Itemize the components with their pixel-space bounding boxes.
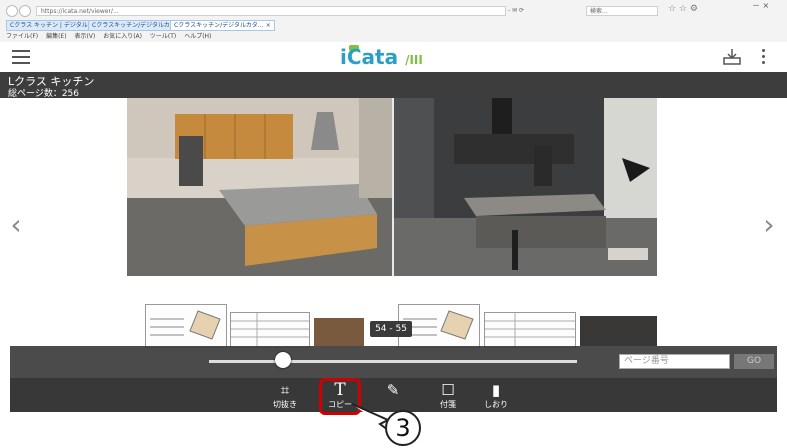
next-page-arrow-icon[interactable]: › [757,205,781,245]
app-logo: iCata /III [340,45,423,69]
crop-icon: ⌗ [280,381,290,399]
kitchen-photo-left [127,98,392,276]
crop-tool-label: 切抜き [273,400,297,409]
address-bar[interactable]: https://icata.net/viewer/... [36,6,506,16]
sticky-note-tool-button[interactable]: ☐ 付箋 [426,380,470,410]
go-button[interactable]: GO [734,354,774,369]
logo-text: iCata [340,45,399,69]
page-slider-handle[interactable] [274,352,291,368]
sticky-note-tool-label: 付箋 [440,400,456,409]
menu-tools[interactable]: ツール(T) [150,33,176,40]
product-photo-small [314,318,364,346]
product-photo-small-right [580,316,657,346]
window-controls[interactable]: － × [752,0,769,11]
prev-page-arrow-icon[interactable]: ‹ [4,205,28,245]
browser-tab-3[interactable]: Cクラスキッチン/デジタルカタ… × [170,20,275,31]
kitchen-photo-right [394,98,657,276]
bookmark-icon: ▮ [491,381,501,399]
bookmark-tool-button[interactable]: ▮ しおり [474,380,518,410]
sticky-note-icon: ☐ [441,381,455,399]
bookmark-tool-label: しおり [484,400,508,409]
layout-diagram-left [145,304,227,348]
back-button[interactable] [6,5,18,17]
page-indicator: 54 - 55 [370,321,412,337]
hamburger-menu-icon[interactable] [12,50,30,64]
page-number-input[interactable]: ページ番号 [619,354,730,369]
menu-favorites[interactable]: お気に入り(A) [103,33,142,40]
menu-view[interactable]: 表示(V) [74,33,95,40]
logo-suffix: /III [405,53,423,67]
menu-help[interactable]: ヘルプ(H) [184,33,211,40]
page-slider-track[interactable] [209,360,577,363]
browser-toolbar-icons[interactable]: ☆ ☆ ⚙ [668,4,698,14]
download-icon[interactable] [723,48,741,65]
menu-edit[interactable]: 編集(E) [46,33,66,40]
step-number-callout: 3 [385,410,421,446]
spec-table-left [230,312,310,348]
browser-menu-bar: ファイル(F) 編集(E) 表示(V) お気に入り(A) ツール(T) ヘルプ(… [6,31,217,40]
more-options-icon[interactable] [756,49,770,65]
crop-tool-button[interactable]: ⌗ 切抜き [263,380,307,410]
forward-button[interactable] [19,5,31,17]
address-bar-controls[interactable]: - ✉ ⟳ [508,6,568,16]
menu-file[interactable]: ファイル(F) [6,33,38,40]
browser-search-input[interactable]: 検索... [586,6,658,16]
spec-table-right [484,312,576,348]
pen-icon: ✎ [386,381,400,399]
catalog-header [0,72,787,98]
